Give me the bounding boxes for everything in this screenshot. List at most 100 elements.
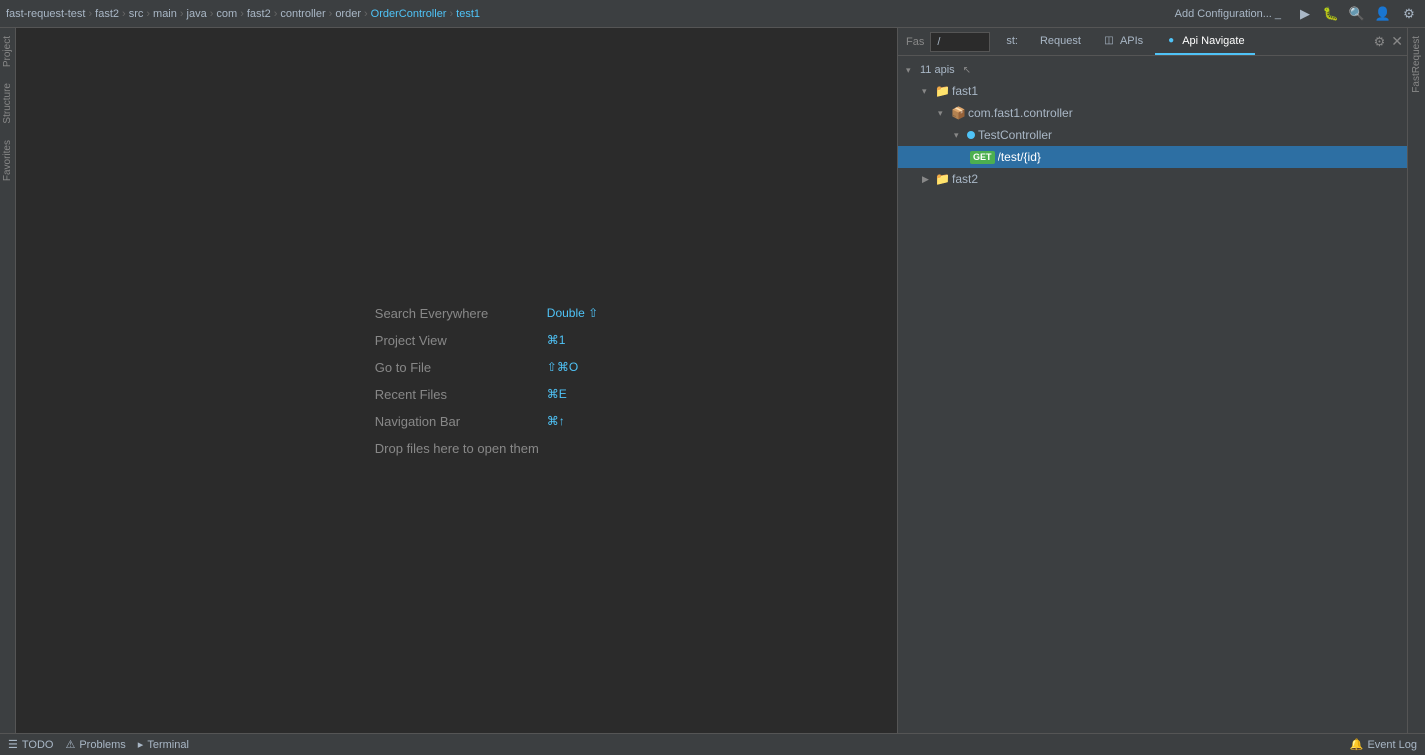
problems-label: Problems xyxy=(79,739,125,751)
hint-navigation-bar-shortcut: ⌘↑ xyxy=(547,414,565,428)
hint-recent-files-shortcut: ⌘E xyxy=(547,387,567,401)
tab-api-navigate[interactable]: ● Api Navigate xyxy=(1155,29,1254,55)
tree-folder-fast2[interactable]: ▶ 📁 fast2 xyxy=(898,168,1407,190)
api-path-label: /test/{id} xyxy=(998,150,1041,164)
breadcrumb-sep-6: › xyxy=(274,8,278,20)
tree-package-com-fast1[interactable]: ▾ 📦 com.fast1.controller xyxy=(898,102,1407,124)
far-left-panel: Project Structure Favorites xyxy=(0,28,16,733)
fast2-chevron: ▶ xyxy=(922,174,932,185)
breadcrumb-test1[interactable]: test1 xyxy=(456,8,480,20)
package-icon: 📦 xyxy=(951,106,965,120)
profile-button[interactable]: 👤 xyxy=(1373,4,1393,24)
fast-request-label[interactable]: FastRequest xyxy=(1409,28,1424,101)
fast1-chevron: ▾ xyxy=(922,86,932,97)
breadcrumb-fast2[interactable]: fast2 xyxy=(95,8,119,20)
breadcrumb-order-controller[interactable]: OrderController xyxy=(371,8,447,20)
hint-navigation-bar-label: Navigation Bar xyxy=(375,414,535,429)
breadcrumb-com[interactable]: com xyxy=(216,8,237,20)
todo-icon: ☰ xyxy=(8,738,18,751)
hint-recent-files-label: Recent Files xyxy=(375,387,535,402)
controller-dot-icon xyxy=(967,131,975,139)
event-log-icon: 🔔 xyxy=(1350,738,1364,751)
tab-st[interactable]: st: xyxy=(996,29,1028,55)
main-content: Project Structure Favorites Search Every… xyxy=(0,28,1425,733)
breadcrumb: fast-request-test › fast2 › src › main ›… xyxy=(6,8,480,20)
package-label: com.fast1.controller xyxy=(968,106,1073,120)
apis-icon: ◫ xyxy=(1103,35,1115,47)
tree-folder-fast1[interactable]: ▾ 📁 fast1 xyxy=(898,80,1407,102)
breadcrumb-sep-9: › xyxy=(449,8,453,20)
tab-st-label: st: xyxy=(1006,35,1018,47)
breadcrumb-java[interactable]: java xyxy=(187,8,207,20)
terminal-item[interactable]: ▸ Terminal xyxy=(138,738,189,751)
panel-close-icon[interactable]: ✕ xyxy=(1391,33,1403,50)
breadcrumb-sep-3: › xyxy=(180,8,184,20)
top-bar: fast-request-test › fast2 › src › main ›… xyxy=(0,0,1425,28)
todo-label: TODO xyxy=(22,739,54,751)
get-method-badge: GET xyxy=(970,151,995,164)
search-button[interactable]: 🔍 xyxy=(1347,4,1367,24)
right-panel-tabs: Fas st: Request ◫ APIs ● Api Navigate ⚙ … xyxy=(898,28,1407,56)
problems-item[interactable]: ⚠ Problems xyxy=(65,738,125,751)
tree-controller-test[interactable]: ▾ TestController xyxy=(898,124,1407,146)
right-strip: FastRequest xyxy=(1407,28,1425,733)
top-bar-right: Add Configuration... _ ▶ 🐛 🔍 👤 ⚙ xyxy=(1169,4,1419,24)
problems-icon: ⚠ xyxy=(65,738,75,751)
add-configuration-button[interactable]: Add Configuration... _ xyxy=(1169,6,1287,22)
breadcrumb-sep-5: › xyxy=(240,8,244,20)
run-button[interactable]: ▶ xyxy=(1295,4,1315,24)
api-search-input[interactable] xyxy=(930,32,990,52)
breadcrumb-controller[interactable]: controller xyxy=(280,8,325,20)
event-log-label: Event Log xyxy=(1367,739,1417,751)
terminal-icon: ▸ xyxy=(138,738,144,751)
favorites-label[interactable]: Favorites xyxy=(0,132,15,189)
hint-recent-files: Recent Files ⌘E xyxy=(375,387,598,402)
breadcrumb-sep-7: › xyxy=(329,8,333,20)
editor-hints: Search Everywhere Double ⇧ Project View … xyxy=(375,306,598,456)
fast1-label: fast1 xyxy=(952,84,978,98)
hint-project-view-label: Project View xyxy=(375,333,535,348)
right-panel: Fas st: Request ◫ APIs ● Api Navigate ⚙ … xyxy=(897,28,1407,733)
hint-project-view: Project View ⌘1 xyxy=(375,333,598,348)
navigate-icon: ● xyxy=(1165,35,1177,47)
breadcrumb-sep-4: › xyxy=(210,8,214,20)
hint-search-everywhere: Search Everywhere Double ⇧ xyxy=(375,306,598,321)
tab-apis-label: APIs xyxy=(1120,35,1143,47)
event-log-item[interactable]: 🔔 Event Log xyxy=(1350,738,1417,751)
project-label[interactable]: Project xyxy=(0,28,15,75)
package-chevron: ▾ xyxy=(938,108,948,119)
breadcrumb-src[interactable]: src xyxy=(129,8,144,20)
tab-settings-group: ⚙ ✕ xyxy=(1374,33,1403,50)
breadcrumb-sep-2: › xyxy=(146,8,150,20)
bottom-bar: ☰ TODO ⚠ Problems ▸ Terminal 🔔 Event Log xyxy=(0,733,1425,755)
breadcrumb-order[interactable]: order xyxy=(335,8,361,20)
structure-label[interactable]: Structure xyxy=(0,75,15,132)
breadcrumb-main[interactable]: main xyxy=(153,8,177,20)
add-configuration-label: Add Configuration... xyxy=(1175,8,1272,20)
hint-go-to-file-label: Go to File xyxy=(375,360,535,375)
tab-request[interactable]: Request xyxy=(1030,29,1091,55)
tree-api-get-test-id[interactable]: GET /test/{id} xyxy=(898,146,1407,168)
fast-icon: Fas xyxy=(902,36,928,48)
breadcrumb-sep-1: › xyxy=(122,8,126,20)
tab-request-label: Request xyxy=(1040,35,1081,47)
hint-go-to-file: Go to File ⇧⌘O xyxy=(375,360,598,375)
todo-item[interactable]: ☰ TODO xyxy=(8,738,53,751)
breadcrumb-project[interactable]: fast-request-test xyxy=(6,8,85,20)
editor-area: Search Everywhere Double ⇧ Project View … xyxy=(16,28,897,733)
add-configuration-underscore: _ xyxy=(1275,8,1281,20)
controller-label: TestController xyxy=(978,128,1052,142)
breadcrumb-fast2b[interactable]: fast2 xyxy=(247,8,271,20)
fast1-folder-icon: 📁 xyxy=(935,84,949,98)
debug-button[interactable]: 🐛 xyxy=(1321,4,1341,24)
controller-chevron: ▾ xyxy=(954,130,964,141)
hint-go-to-file-shortcut: ⇧⌘O xyxy=(547,360,578,374)
tab-apis[interactable]: ◫ APIs xyxy=(1093,29,1153,55)
hint-navigation-bar: Navigation Bar ⌘↑ xyxy=(375,414,598,429)
hint-drop-files-label: Drop files here to open them xyxy=(375,441,539,456)
breadcrumb-sep-0: › xyxy=(88,8,92,20)
root-chevron: ▾ xyxy=(906,65,916,76)
breadcrumb-sep-8: › xyxy=(364,8,368,20)
panel-settings-icon[interactable]: ⚙ xyxy=(1374,34,1386,50)
settings-button[interactable]: ⚙ xyxy=(1399,4,1419,24)
